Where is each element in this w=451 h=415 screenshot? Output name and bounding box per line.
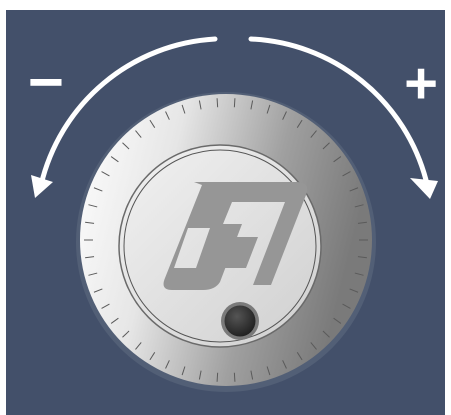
increase-label[interactable]: + <box>404 51 438 116</box>
dial-tick <box>233 372 236 382</box>
finger-grip-icon[interactable] <box>221 302 259 340</box>
dial-tick <box>216 372 219 382</box>
decrease-label[interactable]: − <box>28 48 64 117</box>
dial-tick <box>216 98 219 108</box>
handwheel-icon[interactable] <box>76 92 376 392</box>
dial-tick <box>233 98 236 108</box>
handwheel-stage: − + <box>0 0 451 415</box>
handwheel-panel: − + <box>6 10 445 415</box>
handwheel-svg: − + <box>28 36 438 392</box>
